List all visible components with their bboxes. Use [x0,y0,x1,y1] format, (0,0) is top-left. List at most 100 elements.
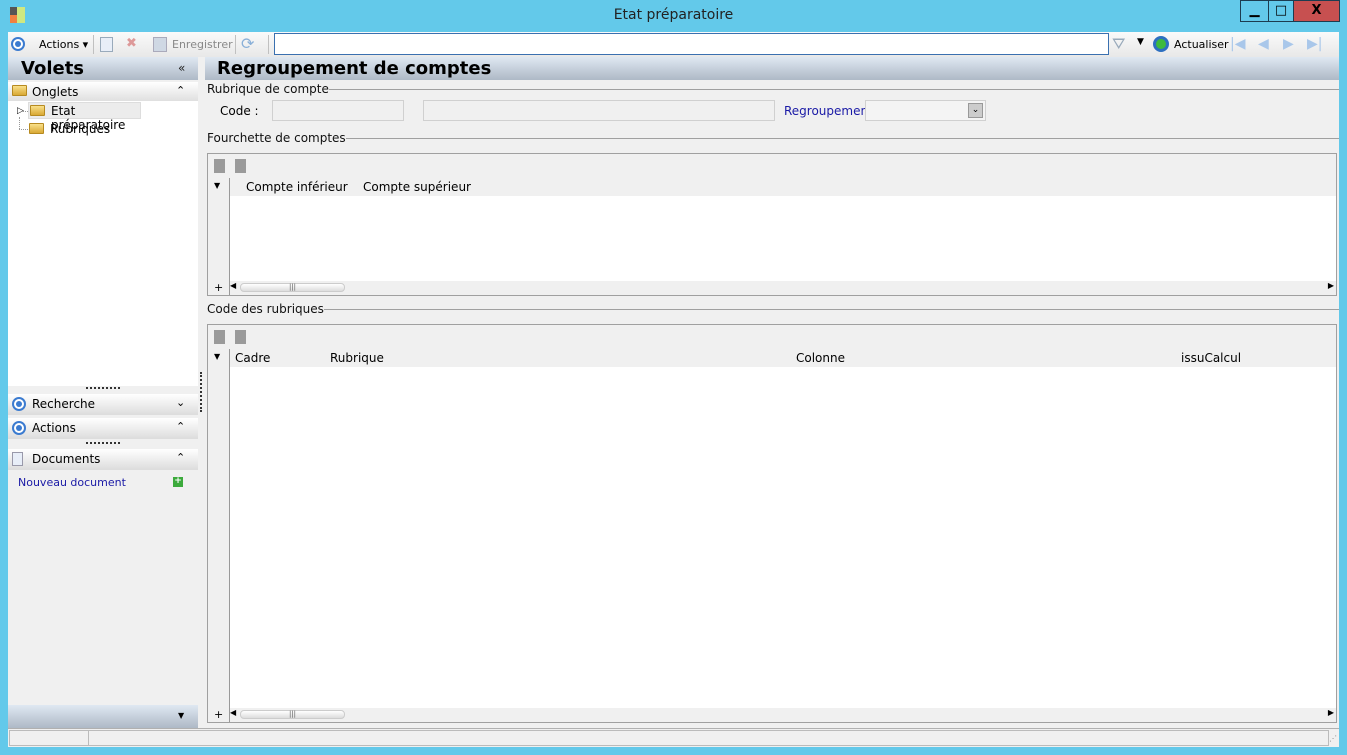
collapse-sidebar-icon[interactable]: « [178,61,185,75]
scroll-left-icon[interactable]: ◀ [230,708,236,717]
actions-menu[interactable]: Actions ▾ [39,36,88,53]
first-record-icon[interactable]: |◀ [1230,36,1245,52]
add-icon[interactable]: + [210,281,230,295]
tree-item-label: Rubriques [50,122,111,136]
row-selector: ▼ [208,349,230,722]
save-button[interactable]: Enregistrer [172,36,233,53]
recherche-label: Recherche [32,397,96,411]
splitter-handle[interactable] [86,442,120,444]
close-button[interactable]: X [1293,0,1340,22]
delete-icon[interactable]: ✖ [126,36,137,51]
chevron-up-icon[interactable]: ⌃ [176,420,185,433]
volets-title: Volets [21,58,85,79]
column-header[interactable]: Compte inférieur [246,180,348,194]
grid-header: Cadre Rubrique Colonne issuCalcul [208,349,1336,367]
horizontal-scrollbar[interactable]: ◀ ||| ▶ [230,708,1336,722]
scroll-right-icon[interactable]: ▶ [1328,281,1334,290]
refresh-button[interactable]: Actualiser [1174,36,1229,53]
documents-label: Documents [32,452,101,466]
code-rubriques-group-label: Code des rubriques [207,302,324,316]
sidebar-footer: ▼ [8,705,198,728]
next-record-icon[interactable]: ▶ [1283,36,1294,52]
minimize-button[interactable]: ▁ [1240,0,1269,22]
grid-toolbar [208,325,1336,349]
window-title: Etat préparatoire [613,7,734,23]
volets-header: Volets « [8,57,198,80]
horizontal-scrollbar[interactable]: ◀ ||| ▶ [230,281,1336,295]
target-icon [12,397,26,411]
fourchette-group-label: Fourchette de comptes [207,131,346,145]
edit-row-icon[interactable] [235,159,246,173]
grid-toolbar [208,154,1336,178]
column-header[interactable]: Colonne [796,351,845,365]
chevron-up-icon[interactable]: ⌃ [176,84,185,97]
status-panel [89,730,1329,746]
target-icon[interactable] [11,37,25,51]
scroll-right-icon[interactable]: ▶ [1328,708,1334,717]
dropdown-icon[interactable]: ▼ [208,349,229,364]
fourchette-grid: Compte inférieur Compte supérieur ▼ + ◀ … [207,153,1337,296]
code-label: Code : [220,104,259,118]
dropdown-icon[interactable]: ▼ [208,178,229,193]
search-input[interactable] [274,33,1109,55]
previous-record-icon[interactable]: ◀ [1258,36,1269,52]
edit-row-icon[interactable] [235,330,246,344]
main-header: Regroupement de comptes [205,57,1339,80]
new-document-link[interactable]: Nouveau document [18,476,126,489]
add-icon[interactable]: + [173,477,183,487]
splitter-handle[interactable] [86,387,120,389]
chevron-down-icon[interactable]: ⌄ [968,103,983,118]
regroupement-select[interactable]: ⌄ [865,100,986,121]
column-header[interactable]: issuCalcul [1181,351,1241,365]
toolbar: Actions ▾ ✖ Enregistrer ⟳ ⛛ ▼ Actualiser… [8,32,1339,57]
separator [268,35,269,54]
actions-label: Actions [39,38,80,51]
row-selector: ▼ [208,178,230,295]
sync-icon[interactable]: ⟳ [241,34,254,53]
open-folder-icon [30,105,45,116]
scroll-left-icon[interactable]: ◀ [230,281,236,290]
resize-grip-icon[interactable]: ⋰ [1329,734,1337,743]
new-icon[interactable] [100,37,113,52]
libelle-field[interactable] [423,100,775,121]
add-icon[interactable]: + [210,708,230,722]
maximize-button[interactable]: □ [1268,0,1294,22]
chevron-up-icon[interactable]: ⌃ [176,451,185,464]
code-rubriques-grid: Cadre Rubrique Colonne issuCalcul ▼ + ◀ … [207,324,1337,723]
onglets-header[interactable]: Onglets ⌃ [8,82,198,103]
refresh-icon[interactable] [1153,36,1169,52]
column-header[interactable]: Rubrique [330,351,384,365]
status-bar: ⋰ [8,728,1339,747]
sidebar-splitter[interactable] [200,372,202,412]
add-row-icon[interactable] [214,159,225,173]
add-row-icon[interactable] [214,330,225,344]
folder-icon [29,123,44,134]
save-icon[interactable] [153,37,167,52]
column-header[interactable]: Cadre [235,351,270,365]
rubrique-group-label: Rubrique de compte [207,82,329,96]
sidebar: Volets « Onglets ⌃ ▷ Etat préparatoire R… [8,57,198,747]
recherche-header[interactable]: Recherche ⌄ [8,394,198,415]
main-panel: Regroupement de comptes Rubrique de comp… [205,57,1339,723]
chevron-down-icon[interactable]: ⌄ [176,396,185,409]
tree-item-rubriques[interactable]: Rubriques [28,120,128,137]
filter-dropdown-icon[interactable]: ▼ [1137,37,1144,47]
separator [235,35,236,54]
actions-header[interactable]: Actions ⌃ [8,418,198,439]
code-field[interactable] [272,100,404,121]
documents-header[interactable]: Documents ⌃ [8,449,198,470]
page-title: Regroupement de comptes [217,58,492,79]
last-record-icon[interactable]: ▶| [1307,36,1322,52]
target-icon [12,421,26,435]
actions-panel-label: Actions [32,421,76,435]
folder-icon [12,85,27,96]
scroll-thumb[interactable]: ||| [240,710,345,719]
scroll-thumb[interactable]: ||| [240,283,345,292]
column-header[interactable]: Compte supérieur [363,180,471,194]
dropdown-icon[interactable]: ▼ [178,711,184,720]
tree-item-etat-preparatoire[interactable]: Etat préparatoire [28,102,141,132]
separator [93,35,94,54]
grid-header: Compte inférieur Compte supérieur [208,178,1336,196]
tree-view: ▷ Etat préparatoire Rubriques [8,101,198,386]
filter-icon[interactable]: ⛛ [1112,34,1125,54]
